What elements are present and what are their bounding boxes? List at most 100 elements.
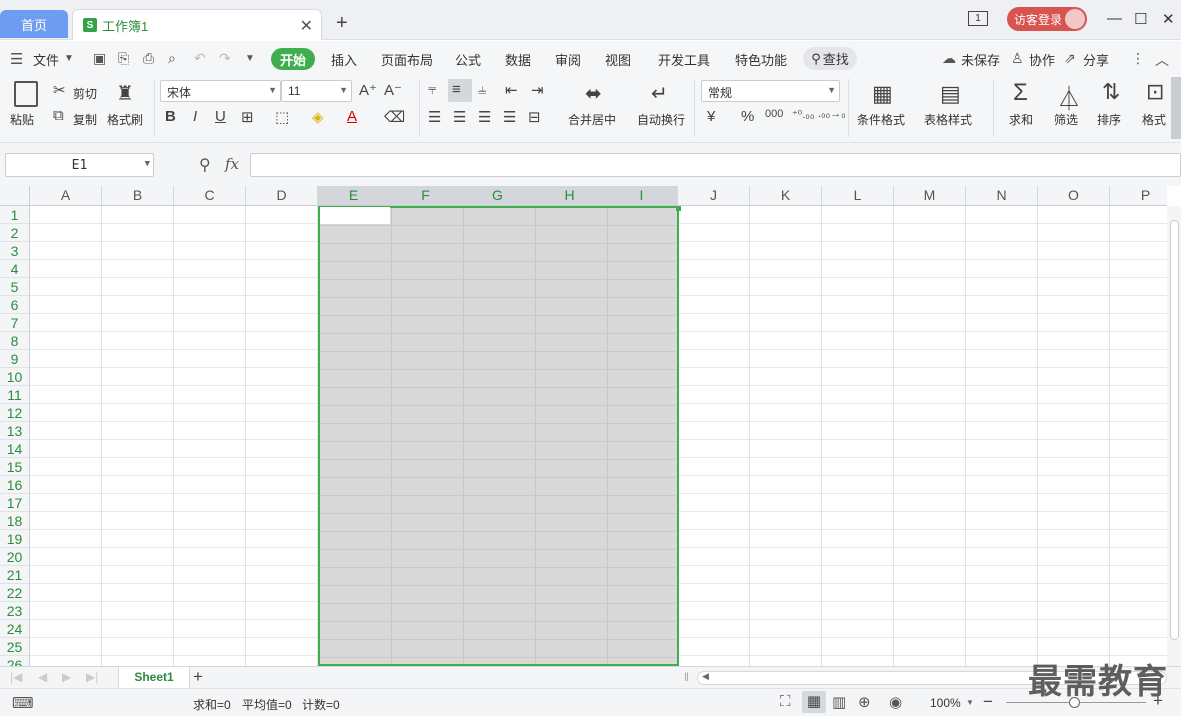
outdent-icon[interactable]: ⇤ [505, 81, 518, 99]
sheet-nav-next-icon[interactable]: ▶ [62, 670, 71, 684]
sigma-icon[interactable]: Σ [1013, 79, 1028, 107]
format-painter-button[interactable]: 格式刷 [107, 111, 143, 128]
column-header-p[interactable]: P [1110, 186, 1167, 206]
scroll-left-icon[interactable]: ◀ [702, 671, 709, 682]
font-family-select[interactable]: 宋体 ▼ [160, 80, 281, 102]
file-menu[interactable]: 文件 [33, 50, 59, 69]
column-header-h[interactable]: H [534, 186, 606, 206]
zoom-out-button[interactable]: − [983, 692, 993, 712]
column-header-f[interactable]: F [390, 186, 462, 206]
align-center-icon[interactable]: ☰ [453, 108, 466, 126]
currency-button[interactable]: ¥ [707, 108, 715, 125]
thousands-button[interactable]: 000 [765, 108, 783, 120]
indent-icon[interactable]: ⇥ [531, 81, 544, 99]
collapse-ribbon-icon[interactable]: ︿ [1155, 50, 1169, 70]
row-header-22[interactable]: 22 [0, 584, 30, 602]
hamburger-icon[interactable]: ☰ [10, 50, 23, 68]
fill-handle[interactable] [676, 206, 681, 211]
column-header-m[interactable]: M [894, 186, 966, 206]
decrease-font-icon[interactable]: A⁻ [384, 81, 402, 99]
cut-button[interactable]: 剪切 [73, 85, 97, 102]
wrap-text-icon[interactable]: ↵ [651, 81, 668, 106]
paste-button[interactable]: 粘贴 [10, 111, 34, 128]
column-header-b[interactable]: B [102, 186, 174, 206]
decrease-decimal-button[interactable]: .₀₀→₀ [818, 108, 846, 120]
increase-font-icon[interactable]: A⁺ [359, 81, 377, 99]
split-handle-icon[interactable]: ‖ [684, 670, 689, 684]
fullscreen-icon[interactable]: ⛶ [780, 693, 791, 710]
tab-special[interactable]: 特色功能 [735, 50, 787, 69]
row-header-23[interactable]: 23 [0, 602, 30, 620]
number-format-select[interactable]: 常规 ▼ [701, 80, 840, 102]
row-header-3[interactable]: 3 [0, 242, 30, 260]
ribbon-scrollbar[interactable] [1171, 77, 1181, 139]
align-left-icon[interactable]: ☰ [428, 108, 441, 126]
print-icon[interactable]: ⎙ [143, 50, 154, 67]
tab-data[interactable]: 数据 [505, 50, 531, 69]
sheet-tab-sheet1[interactable]: Sheet1 [118, 667, 190, 689]
tab-formula[interactable]: 公式 [455, 50, 481, 69]
column-header-o[interactable]: O [1038, 186, 1110, 206]
selected-range[interactable] [318, 206, 679, 666]
eraser-icon[interactable]: ⌫ [384, 108, 405, 126]
italic-button[interactable]: I [193, 108, 197, 125]
collab-button[interactable]: 协作 [1029, 50, 1055, 69]
row-header-18[interactable]: 18 [0, 512, 30, 530]
maximize-button[interactable]: ☐ [1134, 10, 1147, 28]
name-box[interactable]: E1 ▼ [5, 153, 154, 177]
function-icon[interactable]: fx [225, 155, 239, 173]
home-tab[interactable]: 首页 [0, 10, 68, 38]
row-header-20[interactable]: 20 [0, 548, 30, 566]
copy-button[interactable]: 复制 [73, 111, 97, 128]
column-header-n[interactable]: N [966, 186, 1038, 206]
new-tab-button[interactable]: + [336, 12, 348, 35]
eye-protection-icon[interactable]: ◉ [889, 693, 902, 711]
page-layout-view-icon[interactable]: ▥ [832, 693, 846, 711]
font-size-select[interactable]: 11 ▼ [281, 80, 352, 102]
align-bottom-icon[interactable]: ⫨ [478, 81, 486, 98]
workbook-tab[interactable]: S 工作簿1 ✕ [72, 9, 322, 40]
row-header-9[interactable]: 9 [0, 350, 30, 368]
layout-icon[interactable]: 1 [968, 11, 988, 26]
add-sheet-button[interactable]: + [193, 667, 203, 687]
export-icon[interactable]: ⎘ [118, 50, 129, 67]
close-tab-icon[interactable]: ✕ [300, 16, 313, 36]
column-header-j[interactable]: J [678, 186, 750, 206]
tab-insert[interactable]: 插入 [331, 50, 357, 69]
vertical-scrollbar[interactable] [1167, 206, 1181, 666]
tab-developer[interactable]: 开发工具 [658, 50, 710, 69]
font-color-icon[interactable]: A [347, 108, 357, 125]
row-header-19[interactable]: 19 [0, 530, 30, 548]
table-style-icon[interactable]: ▤ [940, 81, 961, 107]
format-button[interactable]: 格式 [1142, 111, 1166, 128]
row-header-5[interactable]: 5 [0, 278, 30, 296]
tab-view[interactable]: 视图 [605, 50, 631, 69]
more-icon[interactable]: ⋮ [1131, 50, 1145, 67]
redo-icon[interactable]: ↷ [219, 50, 231, 67]
zoom-level[interactable]: 100% [930, 696, 961, 710]
sheet-nav-prev-icon[interactable]: ◀ [38, 670, 47, 684]
row-header-10[interactable]: 10 [0, 368, 30, 386]
row-header-8[interactable]: 8 [0, 332, 30, 350]
merge-icon[interactable]: ⬌ [585, 81, 602, 106]
format-icon[interactable]: ⊡ [1146, 79, 1164, 105]
row-header-2[interactable]: 2 [0, 224, 30, 242]
cell-style-icon[interactable]: ⬚ [275, 108, 289, 126]
row-header-13[interactable]: 13 [0, 422, 30, 440]
border-icon[interactable]: ⊞ [241, 108, 254, 126]
column-header-c[interactable]: C [174, 186, 246, 206]
chevron-down-icon[interactable]: ▼ [966, 698, 974, 707]
filter-button[interactable]: 筛选 [1054, 111, 1078, 128]
unsaved-status[interactable]: 未保存 [961, 50, 1000, 69]
tab-page-layout[interactable]: 页面布局 [381, 50, 433, 69]
percent-button[interactable]: % [741, 108, 754, 125]
wrap-text-button[interactable]: 自动换行 [637, 111, 685, 128]
print-preview-icon[interactable]: ⌕ [168, 50, 176, 67]
column-header-i[interactable]: I [606, 186, 678, 206]
zoom-formula-icon[interactable]: ⚲ [199, 155, 211, 175]
normal-view-icon[interactable]: ▦ [802, 691, 826, 713]
tab-review[interactable]: 审阅 [555, 50, 581, 69]
share-button[interactable]: 分享 [1083, 50, 1109, 69]
active-cell[interactable] [320, 207, 390, 224]
sheet-nav-first-icon[interactable]: |◀ [10, 670, 22, 684]
